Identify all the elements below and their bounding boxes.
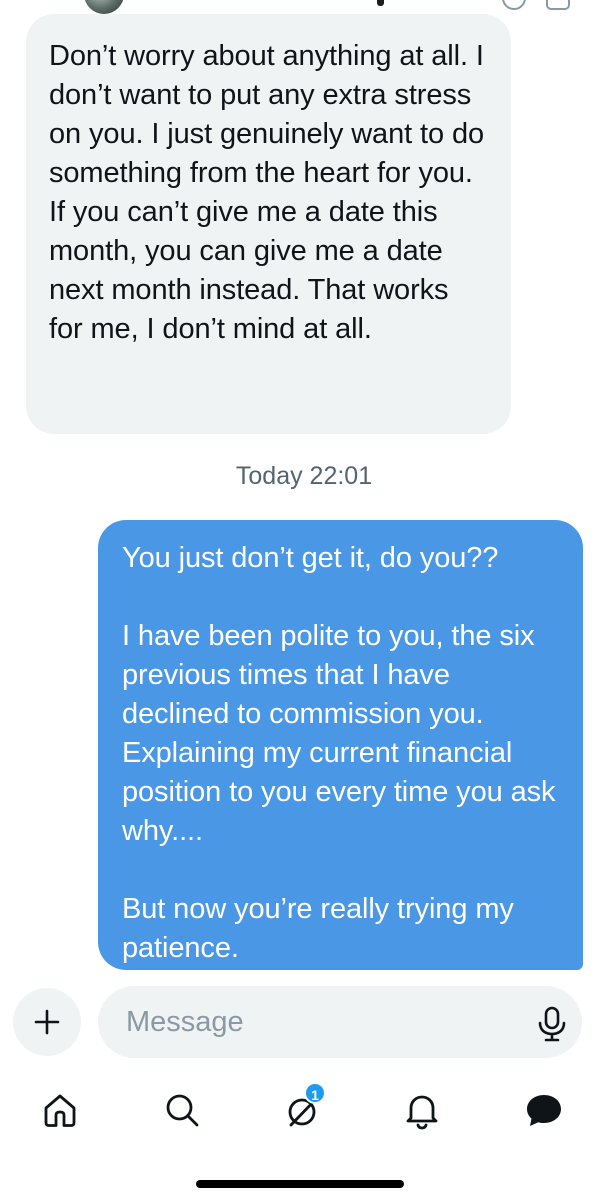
notification-badge: 1 [304, 1082, 326, 1104]
bell-icon [406, 1095, 438, 1130]
bottom-navigation-bar: 1 [0, 1070, 601, 1150]
microphone-icon [538, 1006, 566, 1042]
header-icon-partial [377, 0, 384, 6]
outgoing-message-bubble[interactable]: You just don’t get it, do you?? I have b… [98, 520, 583, 970]
home-icon [44, 1094, 76, 1127]
chat-bubble-icon [527, 1095, 561, 1126]
incoming-message-bubble[interactable]: Don’t worry about anything at all. I don… [26, 14, 511, 434]
message-input[interactable] [98, 986, 582, 1058]
voice-message-button[interactable] [532, 1004, 572, 1044]
call-icon[interactable] [502, 0, 526, 10]
nav-search[interactable] [160, 1088, 204, 1132]
info-icon[interactable] [546, 0, 570, 10]
nav-grok[interactable]: 1 [282, 1082, 326, 1132]
nav-notifications[interactable] [400, 1088, 444, 1132]
nav-messages[interactable] [522, 1088, 566, 1132]
home-indicator[interactable] [196, 1180, 404, 1188]
message-timestamp: Today 22:01 [235, 462, 373, 490]
plus-icon [34, 1009, 60, 1035]
search-icon [166, 1094, 199, 1127]
nav-home[interactable] [38, 1088, 82, 1132]
add-media-button[interactable] [13, 988, 81, 1056]
avatar[interactable] [84, 0, 124, 14]
message-composer [0, 982, 601, 1062]
